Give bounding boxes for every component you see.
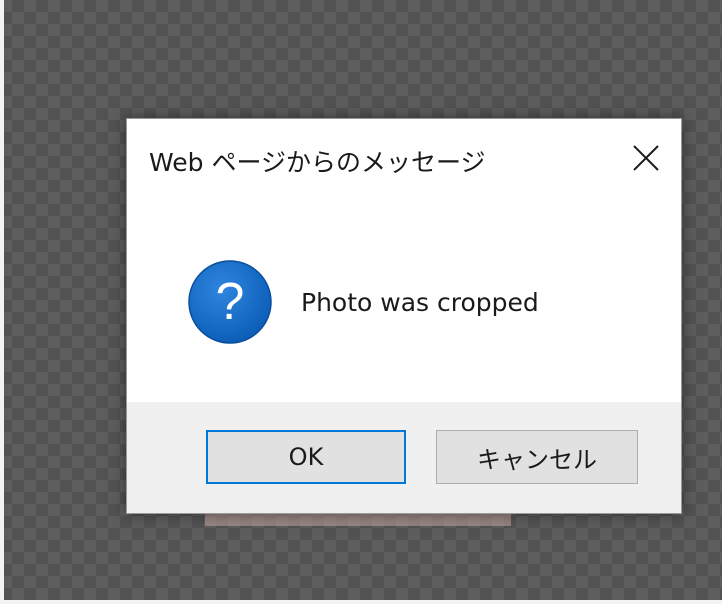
dialog-message: Photo was cropped xyxy=(301,288,539,317)
dialog-title: Web ページからのメッセージ xyxy=(149,148,486,177)
dialog-title-bar: Web ページからのメッセージ xyxy=(127,119,681,199)
message-dialog: Web ページからのメッセージ ? Photo was cropped OK キ… xyxy=(126,118,682,514)
bottom-edge xyxy=(0,600,722,604)
question-icon: ? xyxy=(188,260,272,344)
close-button[interactable] xyxy=(625,137,667,179)
left-edge xyxy=(0,0,4,604)
dialog-footer: OK キャンセル xyxy=(127,402,681,513)
dialog-content: ? Photo was cropped xyxy=(127,199,681,404)
page-background: Web ページからのメッセージ ? Photo was cropped OK キ… xyxy=(0,0,722,604)
cancel-button-label: キャンセル xyxy=(477,445,597,474)
ok-button[interactable]: OK xyxy=(206,430,406,484)
ok-button-label: OK xyxy=(288,443,324,471)
close-icon xyxy=(633,145,659,171)
cancel-button[interactable]: キャンセル xyxy=(436,430,638,484)
svg-text:?: ? xyxy=(216,273,245,331)
